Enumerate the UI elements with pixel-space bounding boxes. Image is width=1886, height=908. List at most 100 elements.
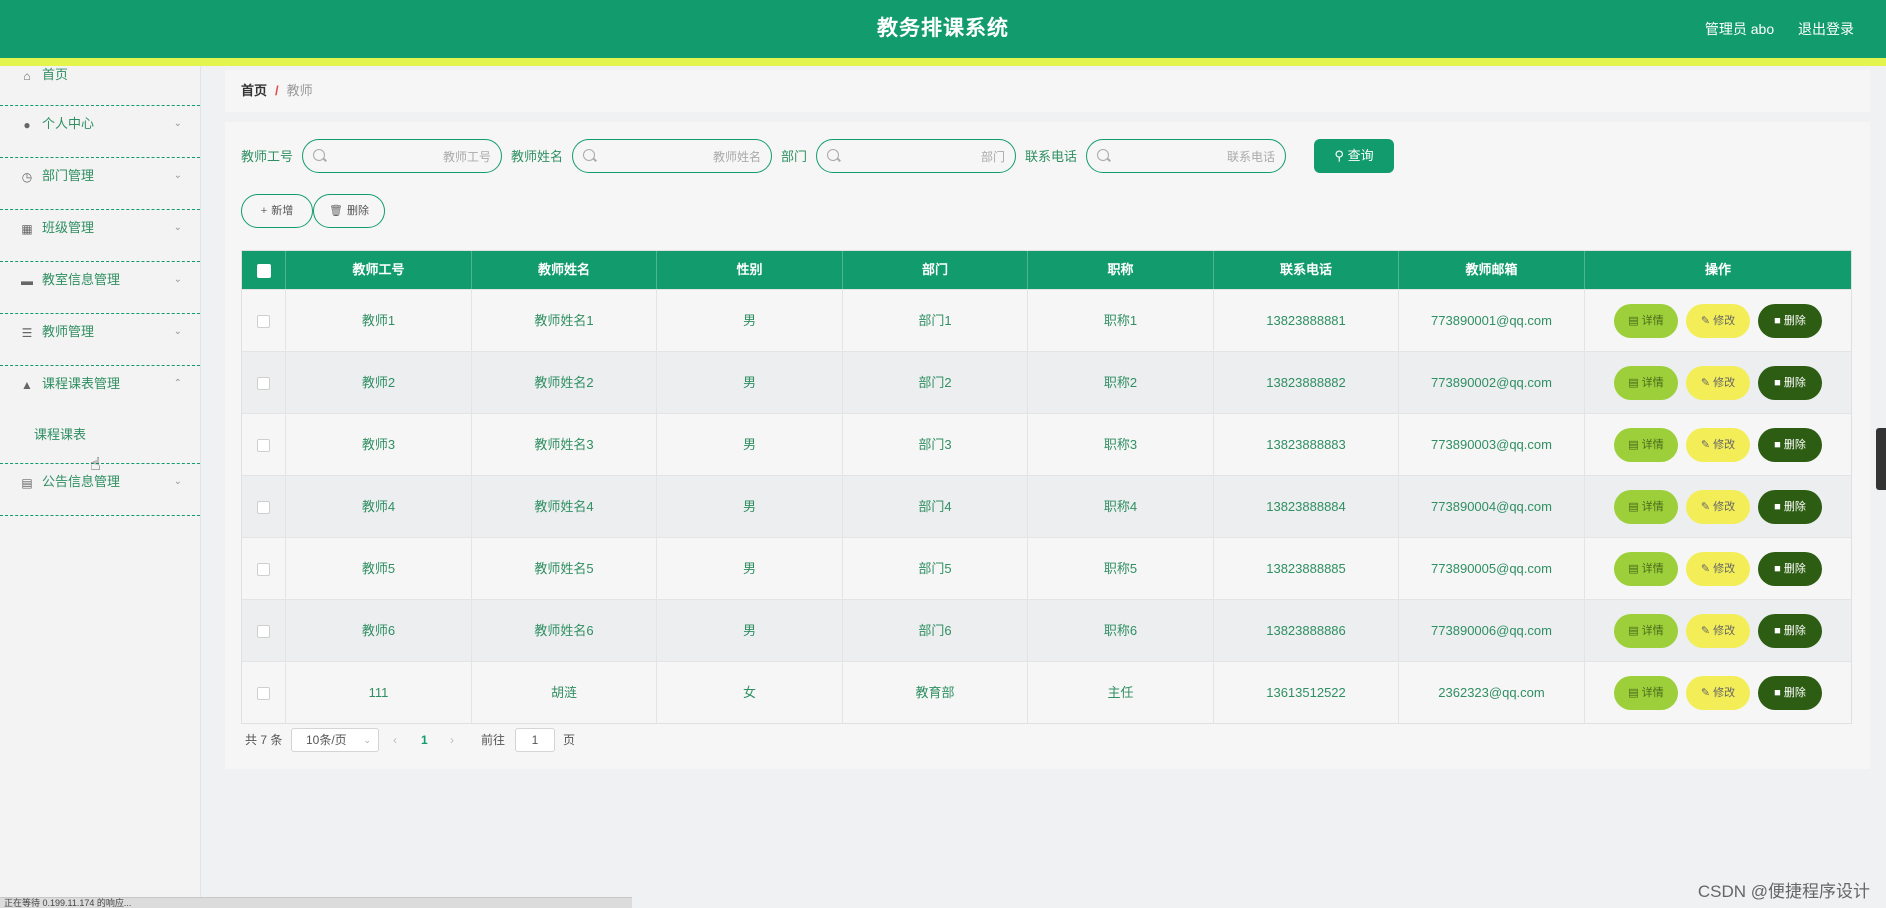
delete-button[interactable]: ■ 删除: [1758, 613, 1822, 648]
detail-button[interactable]: ▤ 详情: [1614, 613, 1678, 648]
sidebar-item-class-management[interactable]: ▦ 班级管理 ⌄: [0, 210, 200, 262]
delete-button-label: 删除: [1783, 686, 1806, 699]
phone-search-field[interactable]: [1086, 139, 1286, 174]
sidebar-item-department-management[interactable]: ◷ 部门管理 ⌄: [0, 158, 200, 210]
row-actions-cell: ▤ 详情 ✎ 修改 ■ 删除: [1585, 538, 1851, 599]
table-cell: 部门2: [843, 352, 1028, 413]
row-checkbox[interactable]: [257, 377, 270, 391]
column-header[interactable]: 部门: [843, 251, 1028, 289]
sidebar-group-course-schedule: ▲ 课程课表管理 ⌃ 课程课表: [0, 366, 200, 464]
row-checkbox[interactable]: [257, 563, 270, 577]
column-header[interactable]: 联系电话: [1214, 251, 1399, 289]
detail-button[interactable]: ▤ 详情: [1614, 551, 1678, 586]
edit-button[interactable]: ✎ 修改: [1686, 489, 1750, 524]
breadcrumb-current: 教师: [286, 83, 313, 98]
sidebar-item-label: 班级管理: [42, 220, 95, 235]
scrollbar-handle[interactable]: [1876, 428, 1886, 490]
breadcrumb-home[interactable]: 首页: [241, 83, 267, 98]
select-all-cell: [242, 251, 286, 289]
table-row: 教师2 教师姓名2 男部门2 职称2 13823888882 773890002@qq.c…: [242, 351, 1851, 413]
page-number-current[interactable]: 1: [421, 727, 428, 753]
sidebar-item-label: 首页: [42, 67, 69, 82]
detail-button[interactable]: ▤ 详情: [1614, 675, 1678, 710]
document-icon: ▤: [1628, 562, 1642, 575]
teacher-id-input[interactable]: [329, 140, 493, 174]
row-select-cell: [242, 476, 286, 537]
column-header[interactable]: 教师邮箱: [1399, 251, 1585, 289]
goto-page-input[interactable]: 1: [515, 728, 555, 752]
column-header[interactable]: 教师工号: [286, 251, 472, 289]
table-cell: 职称6: [1028, 600, 1214, 661]
pencil-icon: ✎: [1700, 438, 1714, 451]
trash-icon: ■: [1774, 500, 1784, 513]
edit-button[interactable]: ✎ 修改: [1686, 675, 1750, 710]
prev-page-icon[interactable]: ‹: [393, 727, 397, 753]
pencil-icon: ✎: [1700, 624, 1714, 637]
detail-button[interactable]: ▤ 详情: [1614, 427, 1678, 462]
query-button[interactable]: ⚲ 查询: [1314, 139, 1394, 173]
edit-button-label: 修改: [1713, 314, 1736, 327]
add-button[interactable]: + 新增: [241, 194, 313, 228]
teacher-name-input[interactable]: [599, 140, 763, 174]
sidebar-subitem-course-schedule[interactable]: 课程课表: [0, 417, 200, 453]
department-input[interactable]: [843, 140, 1007, 174]
delete-button[interactable]: ■ 删除: [1758, 303, 1822, 338]
sidebar-item-classroom-management[interactable]: ▬ 教室信息管理 ⌄: [0, 262, 200, 314]
edit-button[interactable]: ✎ 修改: [1686, 613, 1750, 648]
edit-button[interactable]: ✎ 修改: [1686, 427, 1750, 462]
column-header[interactable]: 教师姓名: [472, 251, 657, 289]
row-checkbox[interactable]: [257, 687, 270, 701]
row-select-cell: [242, 662, 286, 723]
table-cell: 男: [657, 538, 843, 599]
sidebar-item-course-schedule-management[interactable]: ▲ 课程课表管理 ⌃: [0, 366, 200, 417]
browser-status-bar: 正在等待 0.199.11.174 的响应...: [0, 897, 632, 908]
admin-user-label[interactable]: 管理员 abo: [1705, 21, 1774, 37]
row-checkbox[interactable]: [257, 439, 270, 453]
trash-icon: ■: [1774, 376, 1784, 389]
sidebar-item-teacher-management[interactable]: ☰ 教师管理 ⌄: [0, 314, 200, 366]
trash-icon: ■: [1774, 562, 1784, 575]
sidebar-item-personal-center[interactable]: ● 个人中心 ⌄: [0, 106, 200, 158]
logout-link[interactable]: 退出登录: [1798, 21, 1854, 37]
table-cell: 教师姓名5: [472, 538, 657, 599]
column-header[interactable]: 性别: [657, 251, 843, 289]
sidebar-item-label: 公告信息管理: [42, 474, 121, 489]
delete-button[interactable]: ■ 删除: [1758, 675, 1822, 710]
sidebar-item-label: 课程课表管理: [42, 376, 121, 391]
delete-button[interactable]: ■ 删除: [1758, 365, 1822, 400]
row-checkbox[interactable]: [257, 625, 270, 639]
row-select-cell: [242, 290, 286, 351]
department-search-field[interactable]: [816, 139, 1016, 174]
teacher-id-search-field[interactable]: [302, 139, 502, 174]
delete-button[interactable]: ■ 删除: [1758, 427, 1822, 462]
phone-input[interactable]: [1113, 140, 1277, 174]
row-checkbox[interactable]: [257, 501, 270, 515]
table-cell: 职称1: [1028, 290, 1214, 351]
stamp-icon: ▲: [21, 377, 33, 392]
edit-button[interactable]: ✎ 修改: [1686, 365, 1750, 400]
page-size-select[interactable]: 10条/页 ⌄: [291, 728, 379, 752]
chevron-down-icon: ⌄: [173, 274, 182, 285]
delete-button[interactable]: ■ 删除: [1758, 551, 1822, 586]
detail-button[interactable]: ▤ 详情: [1614, 303, 1678, 338]
sidebar-item-home[interactable]: ⌂ 首页: [0, 66, 200, 106]
row-actions-cell: ▤ 详情 ✎ 修改 ■ 删除: [1585, 352, 1851, 413]
delete-button[interactable]: ■ 删除: [1758, 489, 1822, 524]
edit-button-label: 修改: [1713, 500, 1736, 513]
home-icon: ⌂: [23, 68, 31, 83]
goto-prefix: 前往: [481, 733, 506, 747]
pencil-icon: ✎: [1700, 686, 1714, 699]
select-all-checkbox[interactable]: [256, 263, 271, 278]
detail-button[interactable]: ▤ 详情: [1614, 489, 1678, 524]
edit-button[interactable]: ✎ 修改: [1686, 551, 1750, 586]
detail-button[interactable]: ▤ 详情: [1614, 365, 1678, 400]
teacher-name-search-field[interactable]: [572, 139, 772, 174]
column-header[interactable]: 职称: [1028, 251, 1214, 289]
clipboard-icon: ▤: [21, 475, 33, 490]
page-size-value: 10条/页: [306, 733, 347, 747]
edit-button[interactable]: ✎ 修改: [1686, 303, 1750, 338]
next-page-icon[interactable]: ›: [450, 727, 454, 753]
row-checkbox[interactable]: [257, 315, 270, 329]
batch-delete-button[interactable]: 🗑 删除: [313, 194, 385, 228]
table-cell: 男: [657, 600, 843, 661]
